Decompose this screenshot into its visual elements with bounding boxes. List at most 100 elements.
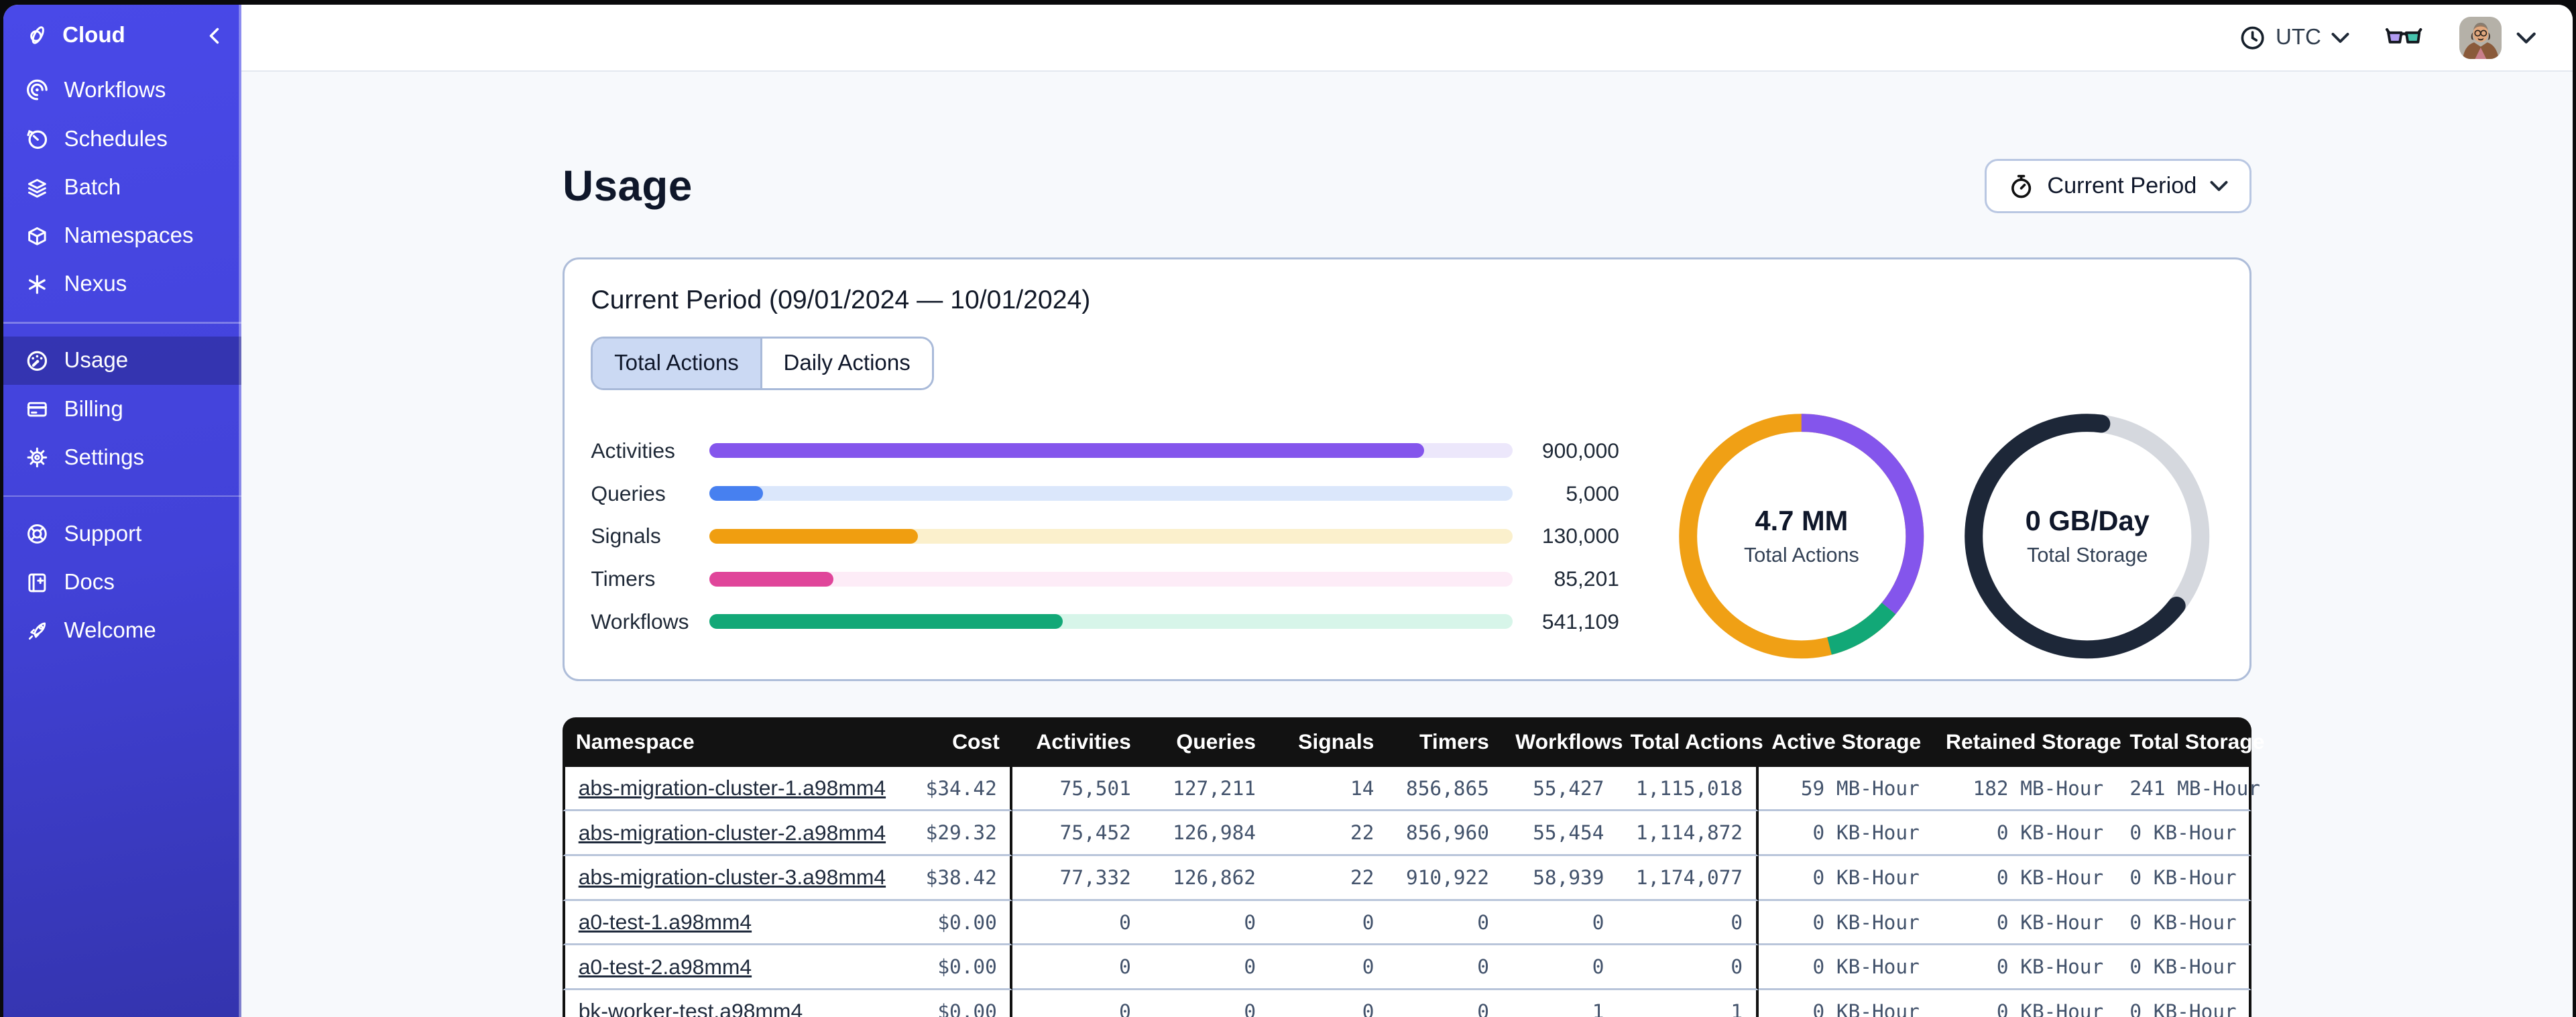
sidebar-item-billing[interactable]: Billing xyxy=(3,385,241,433)
sidebar-item-workflows[interactable]: Workflows xyxy=(3,66,241,115)
bar-fill xyxy=(709,486,763,501)
tab-total-actions[interactable]: Total Actions xyxy=(593,339,762,388)
bar-fill xyxy=(709,614,1063,630)
total-actions-cell: 1 xyxy=(1617,990,1759,1017)
chevron-down-icon xyxy=(2210,181,2228,191)
active-storage-cell: 0 KB-Hour xyxy=(1758,990,1933,1017)
main-area: UTC Usage Current Period Current Period … xyxy=(241,5,2573,1017)
namespace-link[interactable]: abs-migration-cluster-2.a98mm4 xyxy=(579,821,886,845)
sidebar-item-label: Docs xyxy=(64,569,115,595)
total-storage-cell: 0 KB-Hour xyxy=(2116,856,2251,901)
sidebar-item-settings[interactable]: Settings xyxy=(3,434,241,482)
bar-value: 541,109 xyxy=(1541,609,1619,634)
retained-storage-cell: 0 KB-Hour xyxy=(1932,900,2117,946)
timezone-label: UTC xyxy=(2275,25,2321,50)
activities-cell: 75,452 xyxy=(1012,811,1145,857)
actions-tab-group: Total Actions Daily Actions xyxy=(591,337,934,390)
support-lifebuoy-icon xyxy=(25,522,50,546)
total-actions-cell: 1,115,018 xyxy=(1617,766,1759,812)
timers-cell: 910,922 xyxy=(1387,856,1503,901)
schedules-timer-icon xyxy=(25,127,50,152)
namespace-link[interactable]: abs-migration-cluster-1.a98mm4 xyxy=(579,776,886,800)
total-actions-value: 4.7 MM xyxy=(1755,505,1849,537)
queries-cell: 126,862 xyxy=(1144,856,1269,901)
namespace-link[interactable]: abs-migration-cluster-3.a98mm4 xyxy=(579,865,886,889)
col-header-cost: Cost xyxy=(891,717,1013,767)
queries-cell: 127,211 xyxy=(1144,766,1269,812)
namespace-cell: a0-test-2.a98mm4 xyxy=(563,945,892,991)
sidebar-item-usage[interactable]: Usage xyxy=(3,337,242,385)
bar-track xyxy=(709,443,1513,459)
batch-layers-icon xyxy=(25,176,50,200)
queries-cell: 0 xyxy=(1144,900,1269,946)
account-menu[interactable] xyxy=(2459,16,2536,60)
active-storage-cell: 0 KB-Hour xyxy=(1758,811,1933,857)
sidebar-item-schedules[interactable]: Schedules xyxy=(3,115,241,163)
namespace-usage-table: Namespace Cost Activities Queries Signal… xyxy=(563,717,2264,1017)
timezone-selector[interactable]: UTC xyxy=(2239,25,2349,51)
sidebar-item-label: Schedules xyxy=(64,126,168,152)
sidebar-item-nexus[interactable]: Nexus xyxy=(3,260,241,308)
namespace-link[interactable]: a0-test-2.a98mm4 xyxy=(579,955,752,979)
bar-row-timers: Timers 85,201 xyxy=(591,558,1619,601)
active-storage-cell: 0 KB-Hour xyxy=(1758,945,1933,991)
billing-card-icon xyxy=(25,397,50,422)
sidebar-item-namespaces[interactable]: Namespaces xyxy=(3,212,241,260)
period-selector-button[interactable]: Current Period xyxy=(1984,159,2251,214)
period-selector-label: Current Period xyxy=(2047,173,2197,199)
signals-cell: 14 xyxy=(1269,766,1387,812)
docs-book-icon xyxy=(25,571,50,595)
settings-gear-icon xyxy=(25,445,50,470)
namespace-link[interactable]: bk-worker-test.a98mm4 xyxy=(579,999,803,1016)
col-header-retained-storage: Retained Storage xyxy=(1932,717,2121,767)
table-row: abs-migration-cluster-2.a98mm4 $29.32 75… xyxy=(563,811,2251,857)
bar-fill xyxy=(709,443,1424,459)
cost-cell: $0.00 xyxy=(891,945,1013,991)
tab-daily-actions[interactable]: Daily Actions xyxy=(762,339,932,388)
labs-glasses-icon[interactable] xyxy=(2385,26,2422,49)
bar-row-signals: Signals 130,000 xyxy=(591,515,1619,558)
workflows-spiral-icon xyxy=(25,78,50,103)
sidebar-item-batch[interactable]: Batch xyxy=(3,164,241,212)
bar-fill xyxy=(709,571,834,587)
cost-cell: $0.00 xyxy=(891,990,1013,1017)
cost-cell: $29.32 xyxy=(891,811,1013,857)
sidebar-item-docs[interactable]: Docs xyxy=(3,558,241,607)
page-title: Usage xyxy=(563,162,693,211)
signals-cell: 0 xyxy=(1269,900,1387,946)
col-header-total-actions: Total Actions xyxy=(1617,717,1763,767)
activities-cell: 0 xyxy=(1012,945,1145,991)
activities-cell: 0 xyxy=(1012,990,1145,1017)
sidebar-group-account: Usage Billing Settings xyxy=(3,333,242,485)
welcome-rocket-icon xyxy=(25,619,50,644)
bar-row-activities: Activities 900,000 xyxy=(591,430,1619,473)
namespace-link[interactable]: a0-test-1.a98mm4 xyxy=(579,910,752,934)
table-row: abs-migration-cluster-3.a98mm4 $38.42 77… xyxy=(563,856,2251,901)
sidebar-divider xyxy=(3,322,242,324)
col-header-namespace: Namespace xyxy=(563,717,892,767)
sidebar-item-label: Support xyxy=(64,521,142,546)
col-header-active-storage: Active Storage xyxy=(1758,717,1933,767)
avatar[interactable] xyxy=(2459,16,2502,60)
bar-label: Queries xyxy=(591,481,666,505)
temporal-logo-icon xyxy=(25,23,50,48)
total-storage-cell: 0 KB-Hour xyxy=(2116,945,2251,991)
workflows-cell: 1 xyxy=(1502,990,1617,1017)
sidebar-collapse-button[interactable] xyxy=(207,27,222,45)
bar-track xyxy=(709,486,1513,501)
queries-cell: 126,984 xyxy=(1144,811,1269,857)
total-storage-value: 0 GB/Day xyxy=(2025,505,2150,537)
page-content: Usage Current Period Current Period (09/… xyxy=(241,72,2573,1017)
bar-row-workflows: Workflows 541,109 xyxy=(591,600,1619,643)
app-window: Cloud Workflows Schedules Batch Namespac… xyxy=(3,5,2573,1017)
col-header-total-storage: Total Storage xyxy=(2116,717,2264,767)
namespace-cell: abs-migration-cluster-2.a98mm4 xyxy=(563,811,892,857)
clock-icon xyxy=(2241,26,2264,50)
bar-track xyxy=(709,528,1513,544)
sidebar-item-support[interactable]: Support xyxy=(3,510,241,558)
nexus-asterisk-icon xyxy=(25,272,50,297)
cost-cell: $38.42 xyxy=(891,856,1013,901)
sidebar-item-welcome[interactable]: Welcome xyxy=(3,607,241,655)
stopwatch-icon xyxy=(2011,174,2031,198)
bar-fill xyxy=(709,528,919,544)
